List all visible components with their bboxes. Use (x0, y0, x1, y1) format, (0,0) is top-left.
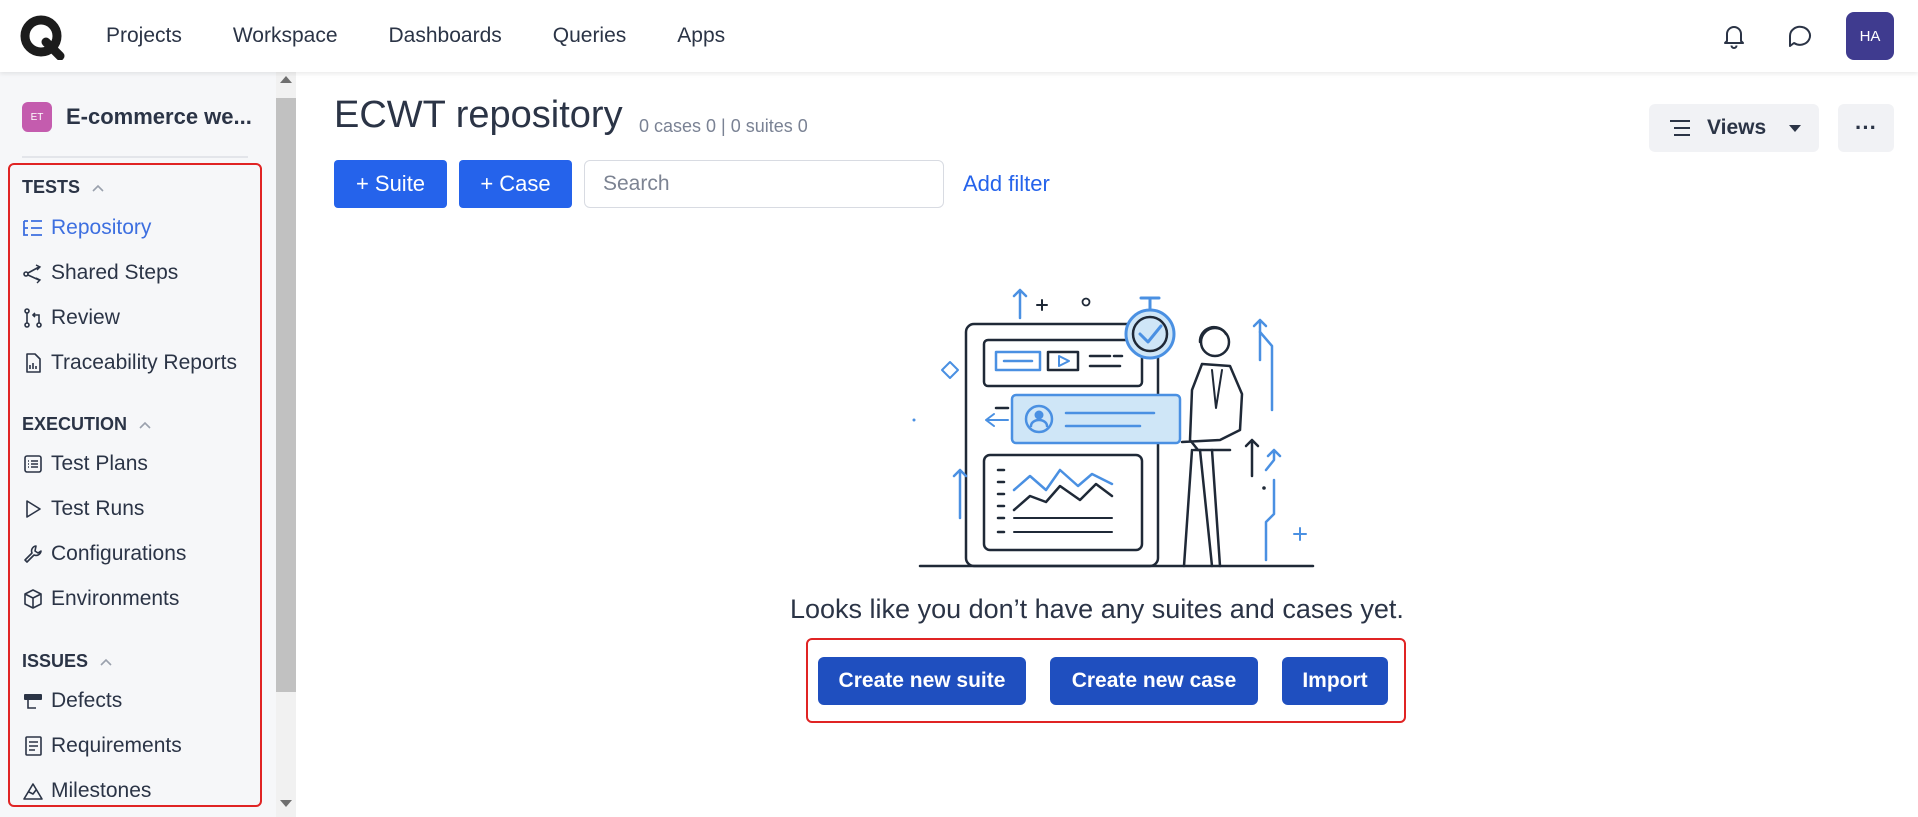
nav-apps[interactable]: Apps (677, 24, 725, 48)
nav-queries[interactable]: Queries (553, 24, 627, 48)
qase-logo-icon[interactable] (20, 14, 66, 60)
sidebar-highlight-box (8, 163, 262, 807)
nav-projects[interactable]: Projects (106, 24, 182, 48)
repository-counts: 0 cases 0 | 0 suites 0 (639, 116, 808, 136)
scroll-up-arrow-icon[interactable] (280, 76, 292, 83)
add-filter-link[interactable]: Add filter (963, 171, 1050, 197)
views-dropdown[interactable]: Views (1649, 104, 1819, 152)
search-input[interactable] (584, 160, 944, 208)
scroll-down-arrow-icon[interactable] (280, 800, 292, 807)
scrollbar-thumb[interactable] (276, 98, 296, 692)
nav-workspace[interactable]: Workspace (233, 24, 338, 48)
empty-state-message: Looks like you don’t have any suites and… (790, 594, 1404, 624)
main-nav: Projects Workspace Dashboards Queries Ap… (106, 0, 776, 72)
nav-dashboards[interactable]: Dashboards (389, 24, 502, 48)
add-case-button[interactable]: + Case (459, 160, 572, 208)
empty-state-illustration (912, 288, 1315, 568)
divider (22, 156, 248, 158)
menu-lines-icon (1670, 120, 1690, 136)
project-name: E-commerce we... (66, 104, 252, 129)
views-label: Views (1707, 116, 1767, 139)
user-avatar[interactable]: HA (1846, 12, 1894, 60)
more-options-button[interactable]: ··· (1838, 104, 1894, 152)
caret-down-icon (1789, 125, 1802, 132)
page-title: ECWT repository (334, 94, 623, 136)
top-navigation: Projects Workspace Dashboards Queries Ap… (0, 0, 1918, 72)
add-suite-button[interactable]: + Suite (334, 160, 447, 208)
more-dots-icon: ··· (1855, 115, 1877, 140)
chat-icon[interactable] (1786, 22, 1814, 50)
project-badge: ET (22, 102, 52, 132)
bell-icon[interactable] (1720, 22, 1748, 50)
cta-highlight-box (806, 638, 1406, 723)
project-selector[interactable]: ET E-commerce we... (22, 102, 252, 132)
